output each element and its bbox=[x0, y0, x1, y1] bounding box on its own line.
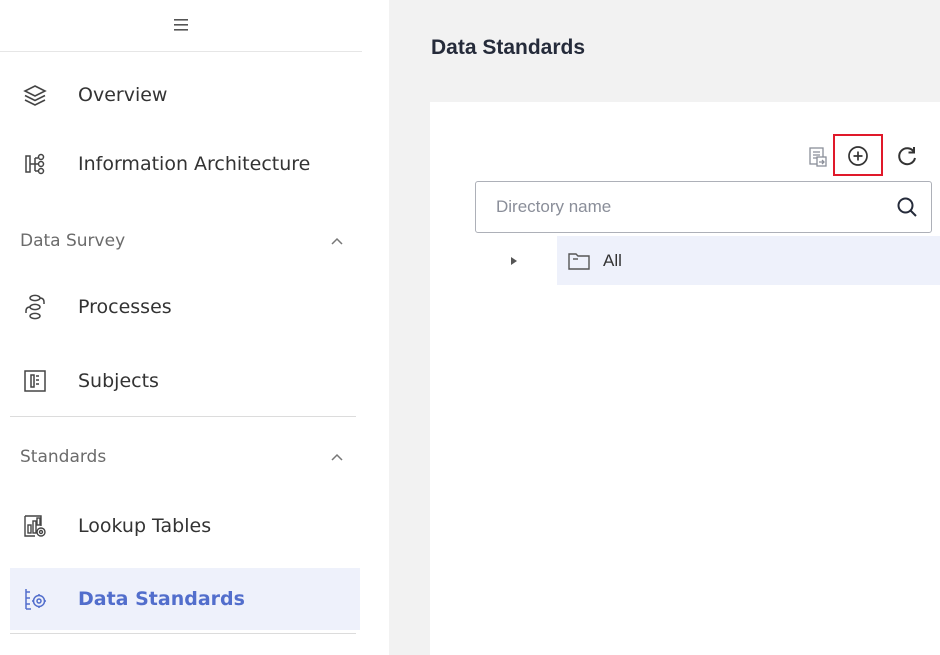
sidebar-item-label: Information Architecture bbox=[78, 153, 311, 175]
sidebar-item-information-architecture[interactable]: Information Architecture bbox=[10, 133, 360, 195]
add-icon[interactable] bbox=[844, 142, 872, 170]
sidebar-item-data-standards[interactable]: Data Standards bbox=[10, 568, 360, 630]
architecture-icon bbox=[20, 149, 50, 179]
expand-caret-icon[interactable] bbox=[499, 255, 529, 267]
chevron-up-icon[interactable] bbox=[330, 452, 344, 462]
tree-node-row: All bbox=[487, 236, 940, 285]
sidebar-item-subjects[interactable]: Subjects bbox=[10, 350, 360, 412]
page-title: Data Standards bbox=[431, 36, 586, 59]
tree-node-label: All bbox=[603, 250, 622, 270]
lookup-tables-icon bbox=[20, 511, 50, 541]
folder-icon bbox=[568, 252, 590, 270]
menu-toggle-button[interactable] bbox=[0, 0, 362, 52]
sidebar-item-label: Subjects bbox=[78, 370, 159, 392]
tree-node-all[interactable]: All bbox=[557, 236, 940, 285]
sidebar-item-label: Processes bbox=[78, 296, 172, 318]
refresh-icon[interactable] bbox=[893, 142, 921, 170]
sidebar-item-label: Data Standards bbox=[78, 588, 245, 610]
group-label: Standards bbox=[20, 447, 107, 467]
group-label: Data Survey bbox=[20, 231, 126, 251]
directory-search bbox=[475, 181, 932, 233]
sidebar-item-processes[interactable]: Processes bbox=[10, 276, 360, 338]
layers-icon bbox=[20, 80, 50, 110]
directory-panel: All bbox=[430, 102, 940, 655]
group-header-standards[interactable]: Standards bbox=[10, 432, 360, 482]
menu-collapse-icon[interactable] bbox=[172, 18, 190, 32]
subjects-icon bbox=[20, 366, 50, 396]
directory-search-input[interactable] bbox=[476, 182, 883, 232]
data-standards-icon bbox=[20, 584, 50, 614]
sidebar-item-lookup-tables[interactable]: Lookup Tables bbox=[10, 495, 360, 557]
sidebar-item-label: Overview bbox=[78, 84, 168, 106]
main-content: Data Standards Directory name All bbox=[389, 0, 940, 655]
divider bbox=[10, 633, 356, 634]
import-icon[interactable] bbox=[804, 143, 832, 171]
divider bbox=[10, 416, 356, 417]
chevron-up-icon[interactable] bbox=[330, 236, 344, 246]
sidebar-item-overview[interactable]: Overview bbox=[10, 64, 360, 126]
sidebar: Overview Information Architecture Data S… bbox=[0, 0, 362, 655]
search-icon[interactable] bbox=[883, 195, 931, 219]
processes-icon bbox=[20, 292, 50, 322]
sidebar-item-label: Lookup Tables bbox=[78, 515, 212, 537]
group-header-data-survey[interactable]: Data Survey bbox=[10, 216, 360, 266]
